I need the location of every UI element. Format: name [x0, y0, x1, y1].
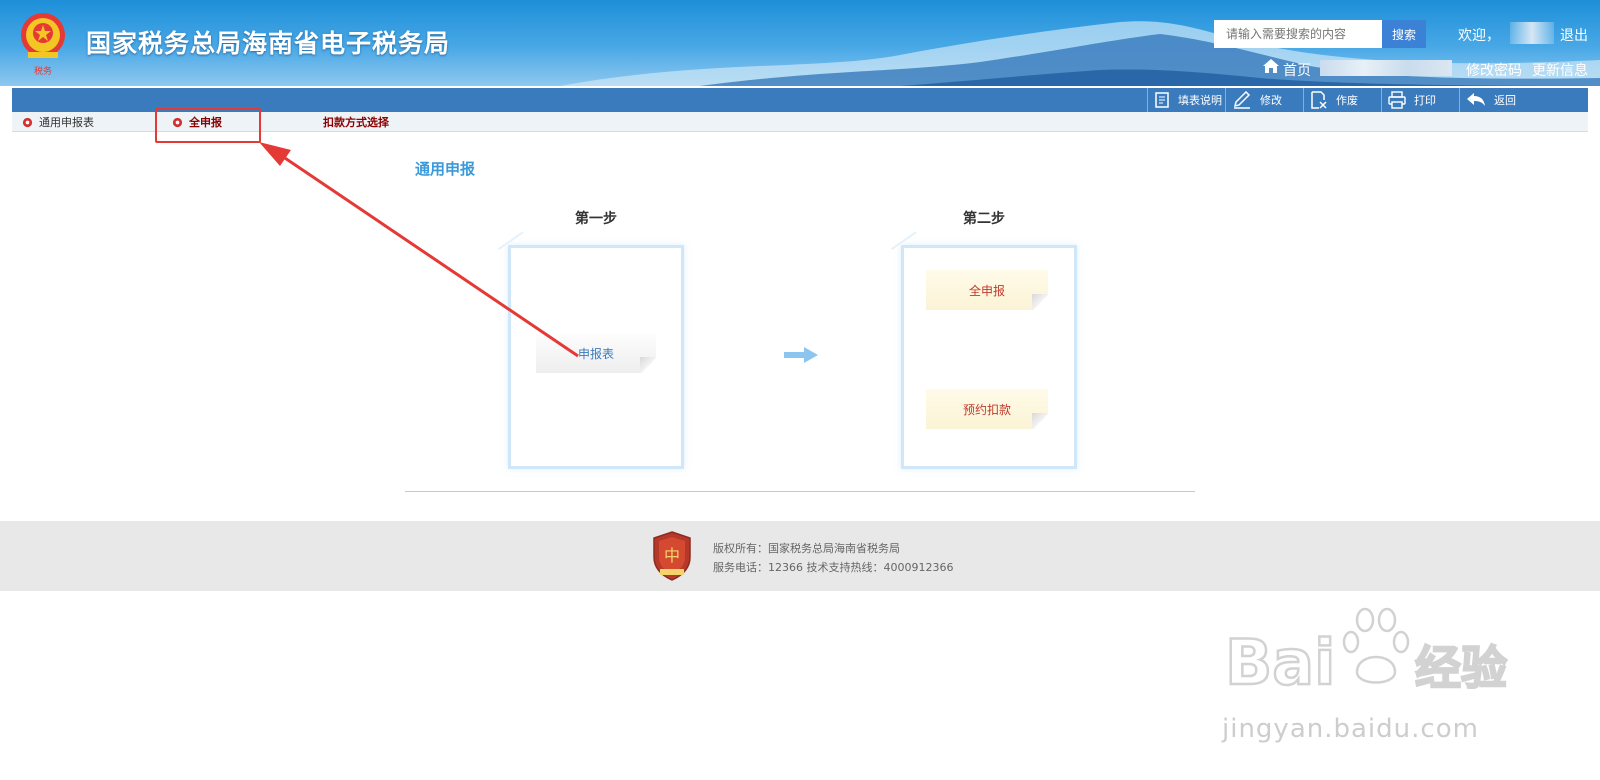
content-divider: [405, 491, 1195, 492]
section-title: 通用申报: [415, 160, 476, 178]
site-title: 国家税务总局海南省电子税务局: [86, 29, 451, 58]
tab-payment-method[interactable]: 扣款方式选择: [323, 114, 389, 130]
back-button[interactable]: 返回: [1459, 88, 1539, 112]
site-footer: [0, 521, 1600, 591]
full-report-label: 全申报: [968, 283, 1005, 298]
search-input[interactable]: [1214, 20, 1382, 48]
update-info-link[interactable]: 更新信息: [1532, 60, 1588, 80]
search-button[interactable]: 搜索: [1382, 20, 1426, 48]
svg-text:中: 中: [664, 546, 680, 565]
fill-instructions-label: 填表说明: [1178, 94, 1222, 107]
void-button[interactable]: 作废: [1303, 88, 1381, 112]
void-label: 作废: [1336, 94, 1358, 107]
watermark-url: jingyan.baidu.com: [1222, 714, 1479, 744]
blurred-username: [1510, 22, 1554, 44]
tax-emblem-icon: 税务: [21, 13, 65, 77]
change-password-link[interactable]: 修改密码: [1466, 60, 1522, 80]
print-label: 打印: [1414, 94, 1436, 107]
pencil-icon: [1233, 91, 1251, 109]
gear-icon: [22, 117, 33, 127]
annotation-highlight-box: [155, 108, 261, 143]
svg-text:税务: 税务: [34, 65, 52, 77]
back-arrow-icon: [1467, 93, 1485, 106]
page-root: 税务 国家税务总局海南省电子税务局 搜索 欢迎， 退出 首页 修改密码 更新信息…: [0, 0, 1600, 780]
doc-x-icon: [1311, 91, 1327, 109]
logout-link[interactable]: 退出: [1560, 25, 1588, 45]
home-icon[interactable]: [1262, 58, 1280, 74]
svg-text:Bai: Bai: [1225, 626, 1335, 699]
scheduled-payment-button[interactable]: 预约扣款: [926, 389, 1048, 429]
svg-text:经验: 经验: [1415, 641, 1507, 695]
baidu-jingyan-watermark: Bai 经验: [1225, 607, 1508, 700]
edit-label: 修改: [1260, 94, 1282, 107]
full-report-button[interactable]: 全申报: [926, 270, 1048, 310]
blurred-org-name: [1320, 60, 1452, 76]
step1-label: 第一步: [575, 211, 617, 227]
edit-button[interactable]: 修改: [1225, 88, 1303, 112]
back-label: 返回: [1494, 94, 1516, 107]
report-form-label: 申报表: [577, 346, 614, 361]
home-link[interactable]: 首页: [1283, 60, 1311, 80]
tax-shield-badge-icon: 中: [653, 531, 691, 581]
step-arrow-icon: [784, 347, 818, 363]
welcome-text: 欢迎，: [1458, 28, 1500, 44]
step2-label: 第二步: [963, 211, 1005, 227]
tab-general-report[interactable]: 通用申报表: [22, 114, 94, 130]
footer-contact: 服务电话：12366 技术支持热线：4000912366: [713, 561, 954, 574]
fill-instructions-button[interactable]: 填表说明: [1147, 88, 1225, 112]
tab-general-report-label: 通用申报表: [39, 116, 94, 129]
scheduled-payment-label: 预约扣款: [962, 402, 1011, 417]
printer-icon: [1388, 91, 1406, 109]
report-form-button[interactable]: 申报表: [536, 333, 656, 373]
doc-lines-icon: [1155, 92, 1169, 108]
site-header: 税务 国家税务总局海南省电子税务局 搜索 欢迎， 退出 首页 修改密码 更新信息: [0, 0, 1600, 86]
print-button[interactable]: 打印: [1381, 88, 1459, 112]
tab-payment-method-label: 扣款方式选择: [323, 116, 389, 129]
footer-copyright: 版权所有：国家税务总局海南省税务局: [713, 542, 900, 555]
